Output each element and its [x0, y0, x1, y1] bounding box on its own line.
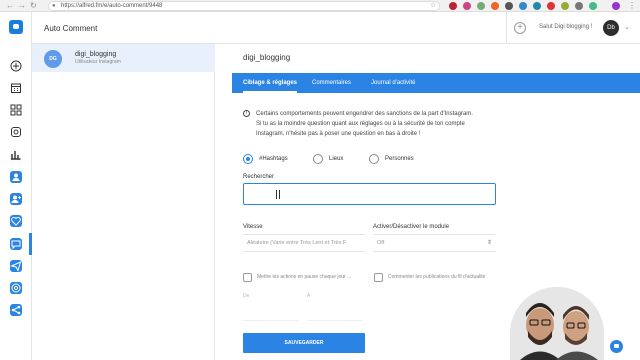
pause-checkbox[interactable] — [243, 273, 252, 282]
comment-icon[interactable] — [10, 238, 22, 250]
browser-toolbar: ← → ↻ ● https://alfred.fm/e/auto-comment… — [0, 0, 640, 12]
from-label: De — [243, 293, 250, 299]
radio-people[interactable]: Personnes — [369, 153, 414, 165]
account-subtitle: Utilisateur Instagram — [75, 59, 121, 65]
save-button[interactable]: SAUVEGARDER — [243, 333, 365, 353]
add-circle-icon[interactable] — [10, 60, 22, 72]
from-time-input[interactable] — [243, 309, 299, 321]
tab-settings[interactable]: Ciblage & réglages — [243, 73, 298, 93]
account-item[interactable]: DG digi_blogging Utilisateur Instagram — [32, 44, 215, 72]
user-icon[interactable] — [10, 171, 22, 183]
extension-icon-6[interactable] — [519, 2, 527, 10]
arrow-right-icon[interactable]: → — [18, 1, 26, 11]
info-icon: i — [243, 110, 250, 117]
tab-activity-log[interactable]: Journal d'activité — [371, 73, 416, 93]
account-title: digi_blogging — [243, 53, 291, 62]
at-sign-icon[interactable] — [10, 282, 22, 294]
greeting-text: Salut Digi blogging ! — [539, 24, 593, 30]
avatar[interactable]: Db — [603, 20, 619, 36]
extension-icon-5[interactable] — [505, 2, 513, 10]
arrow-left-icon[interactable]: ← — [6, 1, 14, 11]
radio-label: Lieux — [329, 156, 344, 162]
add-button[interactable]: + — [514, 22, 526, 34]
extension-icon-7[interactable] — [533, 2, 541, 10]
app-header: Auto Comment + Salut Digi blogging ! Db … — [32, 12, 640, 44]
app-logo[interactable] — [9, 20, 23, 34]
lock-icon: ● — [52, 3, 56, 9]
extension-icon-8[interactable] — [547, 2, 555, 10]
text-cursor-icon — [276, 190, 280, 199]
account-avatar: DG — [44, 50, 62, 68]
module-label: Activer/Désactiver le module — [373, 224, 450, 230]
address-bar[interactable]: ● https://alfred.fm/e/auto-comment/9448 — [48, 1, 440, 11]
extension-icon-1[interactable] — [449, 2, 457, 10]
tab-comments[interactable]: Commentaires — [312, 73, 351, 93]
menu-dots-icon[interactable]: ⋮ — [628, 1, 636, 11]
reload-icon[interactable]: ↻ — [30, 1, 37, 11]
star-icon[interactable]: ☆ — [430, 1, 436, 11]
radio-button[interactable] — [243, 154, 253, 164]
extension-icon-9[interactable] — [561, 2, 569, 10]
info-line-2: Si tu as la moindre question quant aux r… — [256, 121, 465, 127]
info-line-3: Instagram, n'hésite pas à poser une ques… — [256, 131, 421, 137]
account-list: DG digi_blogging Utilisateur Instagram — [32, 44, 215, 360]
info-notice: i Certains comportements peuvent engendr… — [243, 109, 503, 139]
chevron-down-icon[interactable]: ⌄ — [624, 23, 630, 31]
user-plus-icon[interactable] — [10, 193, 22, 205]
radio-label: #Hashtags — [259, 156, 288, 162]
bar-chart-icon[interactable] — [10, 148, 22, 160]
speed-value: Aléatoire (Varie entre Très Lent et Très… — [247, 240, 347, 246]
header-divider — [506, 12, 507, 44]
extension-icon-4[interactable] — [491, 2, 499, 10]
sidebar — [0, 12, 32, 360]
extension-icon-2[interactable] — [463, 2, 471, 10]
pause-checkbox-label: Mettre les actions en pause chaque jour … — [257, 274, 352, 280]
to-time-input[interactable] — [307, 309, 363, 321]
url-text: https://alfred.fm/e/auto-comment/9448 — [61, 3, 163, 9]
search-label: Rechercher — [243, 174, 275, 180]
extension-icon-3[interactable] — [477, 2, 485, 10]
extension-icon-11[interactable] — [589, 2, 597, 10]
chat-support-icon[interactable] — [610, 340, 623, 353]
radio-button[interactable] — [369, 154, 379, 164]
profile-icon[interactable] — [612, 2, 620, 10]
radio-places[interactable]: Lieux — [313, 153, 343, 165]
calendar-icon[interactable] — [10, 82, 22, 94]
search-input[interactable] — [243, 183, 496, 205]
page-title: Auto Comment — [44, 24, 98, 33]
feed-checkbox[interactable] — [374, 273, 383, 282]
feed-checkbox-label: Commenter les publications du fil d'actu… — [388, 274, 486, 280]
send-icon[interactable] — [10, 260, 22, 272]
share-icon[interactable] — [10, 304, 22, 316]
module-select[interactable]: Off ⇕ — [373, 234, 496, 252]
radio-label: Personnes — [385, 156, 414, 162]
extension-icon-10[interactable] — [575, 2, 583, 10]
tab-bar: Ciblage & réglages Commentaires Journal … — [232, 73, 640, 93]
module-value: Off — [377, 240, 385, 246]
radio-hashtags[interactable]: #Hashtags — [243, 153, 288, 165]
heart-icon[interactable] — [10, 215, 22, 227]
speed-label: Vitesse — [243, 224, 263, 230]
grid-icon[interactable] — [10, 104, 22, 116]
instagram-icon[interactable] — [10, 126, 22, 138]
speed-select[interactable]: Aléatoire (Varie entre Très Lent et Très… — [243, 234, 365, 252]
account-name: digi_blogging — [75, 51, 117, 58]
radio-button[interactable] — [313, 154, 323, 164]
info-line-1: Certains comportements peuvent engendrer… — [256, 111, 473, 117]
chevron-updown-icon: ⇕ — [486, 240, 492, 246]
to-label: À — [307, 293, 311, 299]
